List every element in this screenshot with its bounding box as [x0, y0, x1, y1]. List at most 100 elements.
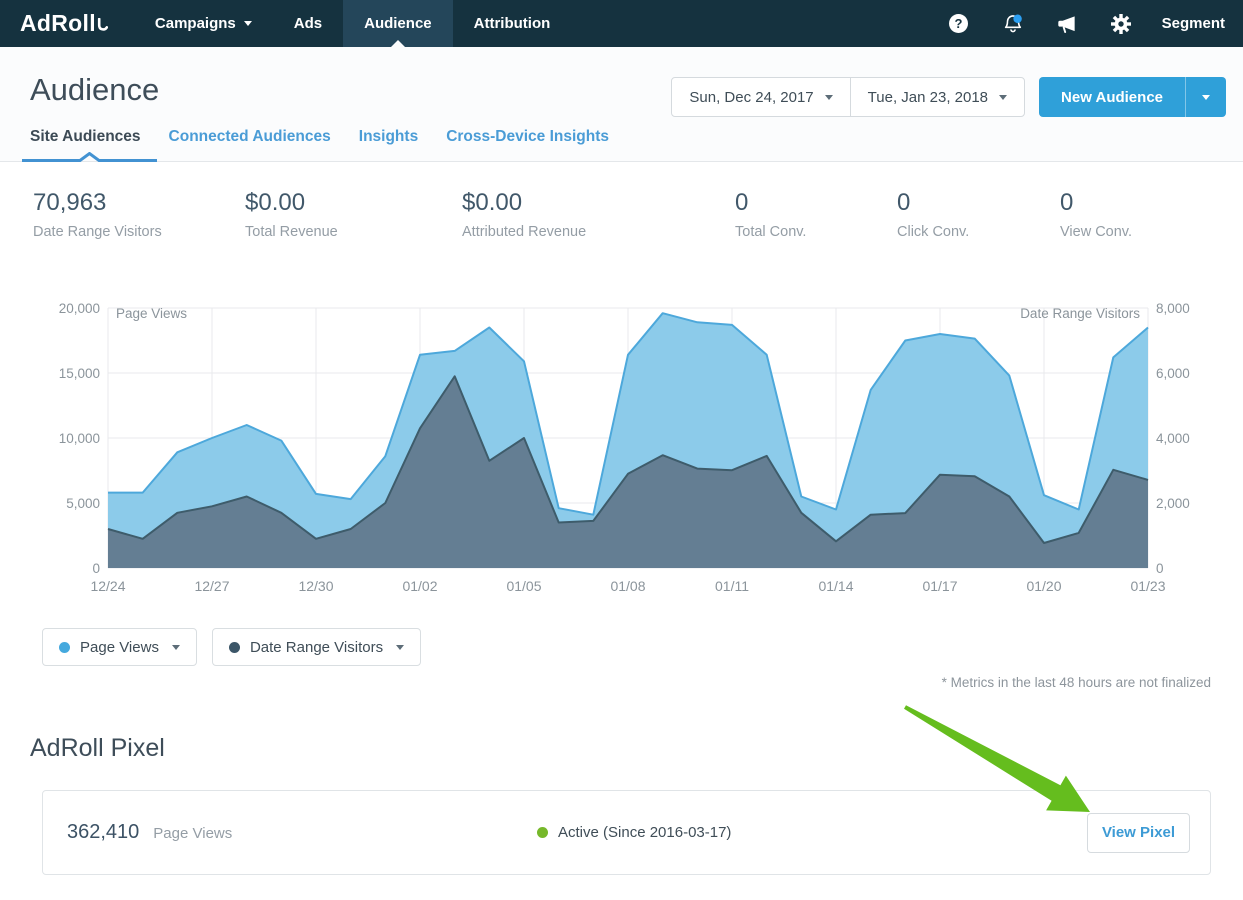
adroll-pixel-card: 362,410 Page Views Active (Since 2016-03…	[42, 790, 1211, 875]
stat-attributed-revenue: $0.00 Attributed Revenue	[462, 189, 735, 240]
date-end-select[interactable]: Tue, Jan 23, 2018	[850, 78, 1024, 116]
view-pixel-button[interactable]: View Pixel	[1087, 813, 1190, 853]
svg-text:01/20: 01/20	[1026, 578, 1061, 594]
legend-label: Date Range Visitors	[250, 639, 383, 656]
chevron-down-icon	[825, 95, 833, 100]
stat-value: $0.00	[245, 189, 462, 217]
stat-value: $0.00	[462, 189, 735, 217]
account-menu[interactable]: Segment	[1162, 15, 1225, 32]
nav-item-label: Ads	[294, 15, 322, 32]
account-label: Segment	[1162, 15, 1225, 32]
main-content: 70,963 Date Range Visitors $0.00 Total R…	[0, 162, 1243, 875]
svg-text:20,000: 20,000	[59, 301, 100, 316]
nav-item-audience[interactable]: Audience	[343, 0, 453, 47]
svg-text:12/24: 12/24	[90, 578, 125, 594]
svg-text:01/08: 01/08	[610, 578, 645, 594]
chevron-down-icon	[396, 645, 404, 650]
tab-label: Insights	[359, 128, 418, 145]
page-header: Audience Sun, Dec 24, 2017 Tue, Jan 23, …	[0, 47, 1243, 162]
svg-text:0: 0	[92, 561, 100, 576]
svg-text:01/05: 01/05	[506, 578, 541, 594]
settings-icon[interactable]	[1110, 13, 1132, 35]
svg-text:10,000: 10,000	[59, 431, 100, 446]
svg-text:5,000: 5,000	[66, 496, 100, 511]
svg-text:?: ?	[955, 16, 963, 31]
new-audience-label: New Audience	[1061, 89, 1163, 106]
chart-legend-row: Page Views Date Range Visitors	[42, 628, 1243, 666]
pixel-page-views-label: Page Views	[153, 825, 232, 842]
traffic-area-chart[interactable]: 005,0002,00010,0004,00015,0006,00020,000…	[0, 298, 1243, 600]
svg-text:01/14: 01/14	[818, 578, 853, 594]
stat-click-conv: 0 Click Conv.	[897, 189, 1060, 240]
chevron-down-icon	[172, 645, 180, 650]
help-icon[interactable]: ?	[948, 13, 970, 35]
pixel-page-views-value: 362,410	[67, 821, 139, 844]
legend-label: Page Views	[80, 639, 159, 656]
stat-label: Total Conv.	[735, 224, 897, 240]
svg-text:01/23: 01/23	[1130, 578, 1165, 594]
nav-item-label: Campaigns	[155, 15, 236, 32]
date-start-select[interactable]: Sun, Dec 24, 2017	[672, 78, 849, 116]
svg-text:Date Range Visitors: Date Range Visitors	[1020, 306, 1140, 321]
summary-stats-row: 70,963 Date Range Visitors $0.00 Total R…	[0, 162, 1243, 240]
stat-view-conv: 0 View Conv.	[1060, 189, 1132, 240]
nav-item-campaigns[interactable]: Campaigns	[134, 0, 273, 47]
page-views-series-dot	[59, 642, 70, 653]
date-range-picker: Sun, Dec 24, 2017 Tue, Jan 23, 2018	[671, 77, 1025, 117]
tab-connected-audiences[interactable]: Connected Audiences	[169, 128, 331, 161]
svg-text:12/27: 12/27	[194, 578, 229, 594]
audience-tabs: Site Audiences Connected Audiences Insig…	[30, 128, 1243, 161]
chart-canvas: 005,0002,00010,0004,00015,0006,00020,000…	[0, 298, 1243, 600]
legend-page-views-select[interactable]: Page Views	[42, 628, 197, 666]
metrics-footnote: * Metrics in the last 48 hours are not f…	[0, 675, 1211, 690]
chevron-down-icon	[999, 95, 1007, 100]
tab-site-audiences[interactable]: Site Audiences	[30, 128, 141, 161]
pixel-section-title: AdRoll Pixel	[30, 734, 1243, 763]
pixel-page-views: 362,410 Page Views	[67, 821, 537, 844]
stat-value: 0	[735, 189, 897, 217]
stat-date-range-visitors: 70,963 Date Range Visitors	[33, 189, 245, 240]
tab-label: Site Audiences	[30, 128, 141, 145]
tab-label: Connected Audiences	[169, 128, 331, 145]
svg-text:01/02: 01/02	[402, 578, 437, 594]
svg-text:0: 0	[1156, 561, 1164, 576]
date-end-value: Tue, Jan 23, 2018	[868, 89, 988, 106]
svg-text:01/11: 01/11	[715, 578, 749, 594]
active-tab-underline	[22, 152, 157, 162]
legend-date-range-visitors-select[interactable]: Date Range Visitors	[212, 628, 421, 666]
new-audience-dropdown-button[interactable]	[1185, 77, 1226, 117]
tab-cross-device-insights[interactable]: Cross-Device Insights	[446, 128, 609, 161]
topbar-right: ?	[916, 0, 1243, 47]
stat-value: 0	[897, 189, 1060, 217]
notifications-icon[interactable]	[1002, 13, 1024, 35]
svg-text:6,000: 6,000	[1156, 366, 1190, 381]
chevron-down-icon	[1202, 95, 1210, 100]
primary-nav: Campaigns Ads Audience Attribution	[134, 0, 571, 47]
stat-total-revenue: $0.00 Total Revenue	[245, 189, 462, 240]
announcements-icon[interactable]	[1056, 13, 1078, 35]
status-dot-icon	[537, 827, 548, 838]
stat-label: View Conv.	[1060, 224, 1132, 240]
top-navbar: AdRoll Campaigns Ads Audience Attributio…	[0, 0, 1243, 47]
adroll-logo[interactable]: AdRoll	[0, 0, 134, 47]
svg-text:15,000: 15,000	[59, 366, 100, 381]
stat-value: 0	[1060, 189, 1132, 217]
stat-value: 70,963	[33, 189, 245, 217]
adroll-logo-text: AdRoll	[20, 10, 96, 37]
svg-text:Page Views: Page Views	[116, 306, 187, 321]
tab-insights[interactable]: Insights	[359, 128, 418, 161]
svg-text:2,000: 2,000	[1156, 496, 1190, 511]
nav-item-attribution[interactable]: Attribution	[453, 0, 572, 47]
stat-label: Click Conv.	[897, 224, 1060, 240]
tab-label: Cross-Device Insights	[446, 128, 609, 145]
stat-label: Total Revenue	[245, 224, 462, 240]
date-range-visitors-series-dot	[229, 642, 240, 653]
svg-text:12/30: 12/30	[298, 578, 333, 594]
pixel-status: Active (Since 2016-03-17)	[537, 824, 731, 841]
nav-item-ads[interactable]: Ads	[273, 0, 343, 47]
header-controls: Sun, Dec 24, 2017 Tue, Jan 23, 2018 New …	[671, 77, 1226, 117]
date-start-value: Sun, Dec 24, 2017	[689, 89, 813, 106]
chevron-down-icon	[244, 21, 252, 26]
adroll-logo-curl-icon	[97, 18, 108, 35]
new-audience-button[interactable]: New Audience	[1039, 77, 1185, 117]
